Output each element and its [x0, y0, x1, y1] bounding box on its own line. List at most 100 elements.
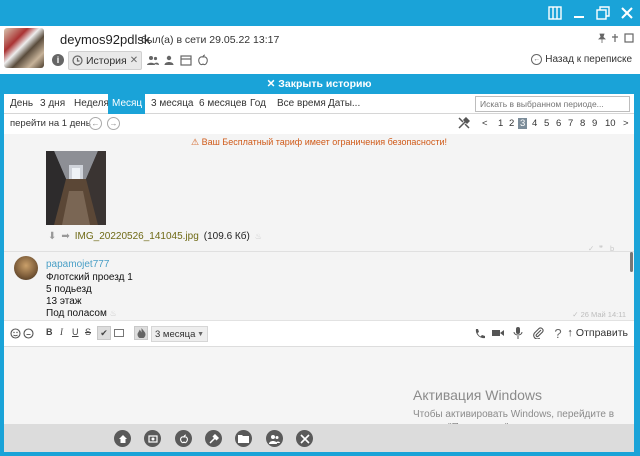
- file-row: ⬇ ➡ IMG_20220526_141045.jpg (109.6 Кб) ♨: [48, 231, 262, 242]
- divider: [4, 251, 634, 252]
- back-label: Назад к переписке: [545, 54, 632, 65]
- close-history-button[interactable]: ✕ Закрыть историю: [4, 74, 634, 94]
- underline-button[interactable]: U: [72, 327, 79, 337]
- tools-icon[interactable]: [458, 117, 470, 129]
- period-tab[interactable]: Все время: [273, 94, 330, 114]
- wrench-icon[interactable]: [205, 430, 222, 447]
- message-time: 26 Май 14:11: [580, 310, 626, 319]
- phone-icon[interactable]: [472, 326, 486, 340]
- close-tab-icon[interactable]: ✕: [130, 55, 138, 66]
- info-icon[interactable]: i: [52, 54, 64, 66]
- settings-icon[interactable]: [296, 430, 313, 447]
- page-next[interactable]: >: [623, 118, 629, 129]
- message-line: 5 подьезд: [46, 284, 92, 295]
- period-tab[interactable]: День: [6, 94, 37, 114]
- group-icon[interactable]: [146, 53, 160, 67]
- history-panel: ⚠ Ваш Бесплатный тариф имеет ограничения…: [4, 134, 634, 320]
- period-tab[interactable]: 3 дня: [36, 94, 69, 114]
- photo-thumbnail[interactable]: [46, 151, 106, 225]
- bottom-toolbar: [4, 424, 634, 452]
- message-line: 13 этаж: [46, 296, 82, 307]
- page-link[interactable]: 6: [556, 118, 561, 129]
- period-tab[interactable]: Год: [246, 94, 270, 114]
- fire-toggle-icon[interactable]: [134, 326, 148, 340]
- code-icon[interactable]: [112, 326, 126, 340]
- page-prev[interactable]: <: [482, 118, 488, 129]
- calendar-icon[interactable]: [179, 53, 193, 67]
- avatar[interactable]: [4, 28, 44, 68]
- forward-icon[interactable]: ➡: [61, 231, 69, 242]
- restore-icon[interactable]: [594, 4, 612, 22]
- activation-watermark-title: Активация Windows: [413, 387, 543, 403]
- security-warning[interactable]: ⚠ Ваш Бесплатный тариф имеет ограничения…: [4, 137, 634, 148]
- burn-range-select[interactable]: 3 месяца ▼: [151, 326, 208, 342]
- compose-toolbar: B I U S ✔ 3 месяца ▼ ? ↑ Отправить: [4, 320, 634, 346]
- page-link[interactable]: 2: [509, 118, 514, 129]
- gallery-icon[interactable]: [144, 430, 161, 447]
- video-icon[interactable]: [491, 326, 505, 340]
- file-link[interactable]: IMG_20220526_141045.jpg: [75, 231, 199, 242]
- chat-header: deymos92pdlsk был(а) в сети 29.05.22 13:…: [0, 26, 640, 74]
- pin-icon[interactable]: [596, 32, 608, 44]
- send-button[interactable]: ↑ Отправить: [567, 327, 628, 339]
- page-link[interactable]: 8: [580, 118, 585, 129]
- minimize-icon[interactable]: [570, 4, 588, 22]
- period-tabs: День 3 дня Неделя Месяц 3 месяца 6 месяц…: [4, 94, 634, 114]
- message-line-text: Под поласом: [46, 308, 107, 319]
- contact-name[interactable]: deymos92pdlsk: [60, 32, 150, 47]
- page-link[interactable]: 7: [568, 118, 573, 129]
- pin-alt-icon[interactable]: [609, 32, 621, 44]
- home-icon[interactable]: [114, 430, 131, 447]
- smiley-icon[interactable]: [8, 326, 22, 340]
- message-line: Под поласом ♨: [46, 308, 117, 319]
- period-tab-active[interactable]: Месяц: [108, 94, 145, 114]
- scrollbar-thumb[interactable]: [630, 252, 633, 272]
- download-icon[interactable]: ⬇: [48, 231, 56, 242]
- contacts-small-icon[interactable]: [162, 53, 176, 67]
- period-tab[interactable]: 3 месяца: [147, 94, 197, 114]
- page-link[interactable]: 9: [592, 118, 597, 129]
- jump-label[interactable]: перейти на 1 день: [10, 118, 91, 129]
- sender-avatar[interactable]: [14, 256, 38, 280]
- page-link[interactable]: 1: [498, 118, 503, 129]
- apple-small-icon[interactable]: [196, 53, 210, 67]
- page-link[interactable]: 10: [605, 118, 616, 129]
- file-size: (109.6 Кб): [203, 231, 250, 242]
- sticker-icon[interactable]: [21, 326, 35, 340]
- strike-button[interactable]: S: [85, 327, 91, 337]
- period-tab[interactable]: Даты...: [324, 94, 364, 114]
- attach-icon[interactable]: [531, 326, 545, 340]
- read-check-icon: ✓: [572, 310, 581, 319]
- period-tab[interactable]: 6 месяцев: [195, 94, 251, 114]
- help-icon[interactable]: ?: [551, 326, 565, 341]
- page-current[interactable]: 3: [518, 118, 528, 129]
- message-line: Флотский проезд 1: [46, 272, 133, 283]
- page-link[interactable]: 4: [532, 118, 537, 129]
- next-day-icon[interactable]: →: [107, 117, 120, 130]
- back-to-chat-link[interactable]: ← Назад к переписке: [531, 54, 632, 65]
- check-toggle-icon[interactable]: ✔: [97, 326, 111, 340]
- apple-icon[interactable]: [175, 430, 192, 447]
- microphone-icon[interactable]: [511, 326, 525, 340]
- send-label: Отправить: [575, 327, 628, 339]
- bold-button[interactable]: B: [46, 327, 53, 337]
- period-search-input[interactable]: [475, 96, 630, 112]
- navigation-bar: перейти на 1 день ← → < 1 2 3 4 5 6 7 8 …: [4, 114, 634, 134]
- send-arrow-icon: ↑: [567, 327, 573, 339]
- panel-icon[interactable]: [546, 4, 564, 22]
- period-tab[interactable]: Неделя: [70, 94, 113, 114]
- page-link[interactable]: 5: [544, 118, 549, 129]
- message-timestamp: ✓ 26 Май 14:11: [572, 310, 626, 319]
- close-icon[interactable]: [618, 4, 636, 22]
- warning-text: Ваш Бесплатный тариф имеет ограничения б…: [201, 137, 447, 147]
- fullscreen-icon[interactable]: [623, 32, 635, 44]
- folder-icon[interactable]: [235, 430, 252, 447]
- prev-day-icon[interactable]: ←: [89, 117, 102, 130]
- range-value: 3 месяца: [155, 328, 196, 340]
- sender-name[interactable]: papamojet777: [46, 259, 109, 270]
- contacts-icon[interactable]: [266, 430, 283, 447]
- contact-status: был(а) в сети 29.05.22 13:17: [141, 34, 280, 46]
- italic-button[interactable]: I: [60, 327, 63, 337]
- back-arrow-icon: ←: [531, 54, 543, 65]
- tab-history[interactable]: История ✕: [68, 51, 142, 70]
